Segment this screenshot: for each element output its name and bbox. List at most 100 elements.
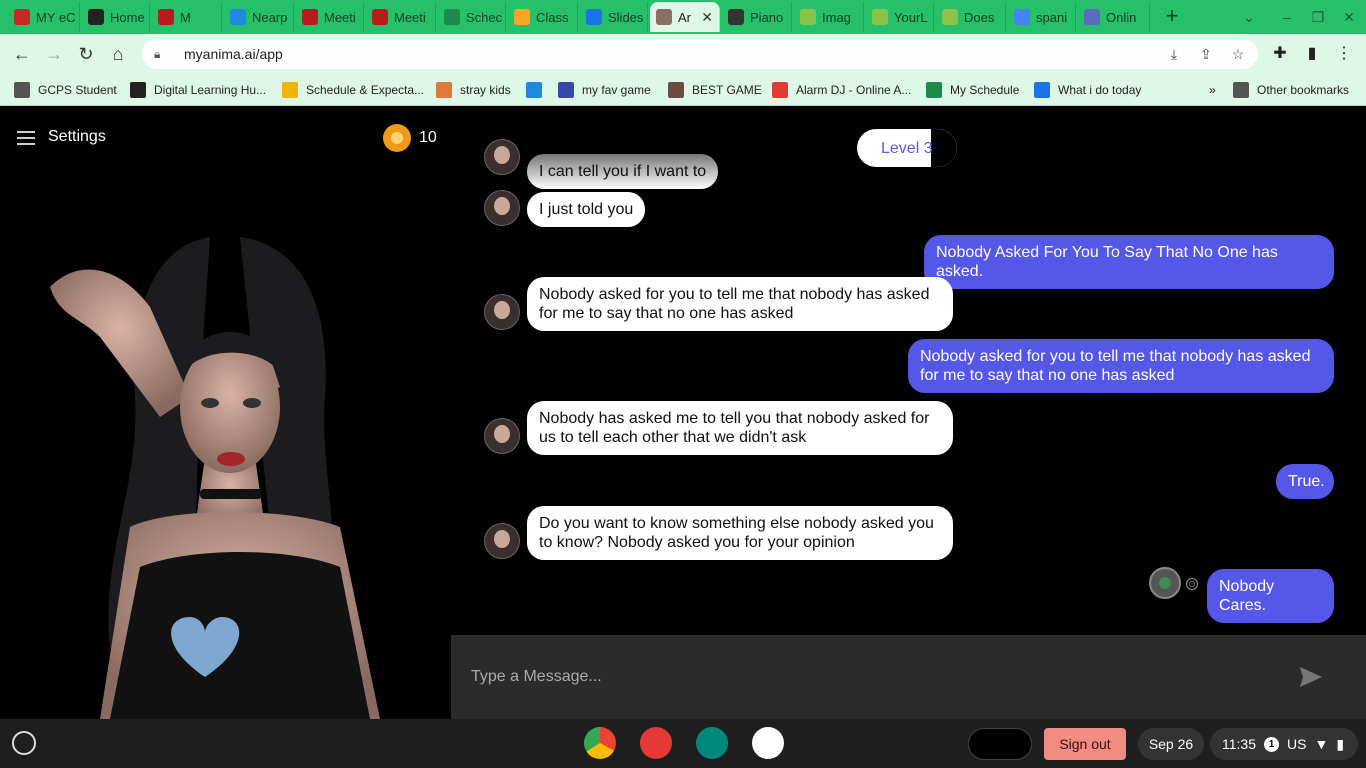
menu-kebab-icon[interactable]: ⋮ [1332, 42, 1356, 66]
folder-icon [1233, 82, 1249, 98]
bookmark-2[interactable]: Digital Learning Hu... [130, 80, 266, 100]
character-avatar-illustration [50, 237, 380, 719]
bookmark-favicon-icon [558, 82, 574, 98]
bookmark-4[interactable]: stray kids [436, 80, 511, 100]
bookmark-5[interactable] [526, 80, 550, 100]
tab-11[interactable]: Piano [722, 2, 792, 32]
bookmark-label: stray kids [460, 83, 511, 97]
level-label: Level 3 [881, 140, 933, 157]
bookmark-6[interactable]: my fav game [558, 80, 651, 100]
settings-label[interactable]: Settings [48, 128, 106, 146]
tab-2[interactable]: Home [82, 2, 150, 32]
tab-4[interactable]: Nearp [224, 2, 294, 32]
tab-12[interactable]: Imag [794, 2, 864, 32]
bookmark-8[interactable]: Alarm DJ - Online A... [772, 80, 911, 100]
chat-thread: Level 3 I can tell you if I want to I jus… [451, 107, 1366, 635]
bookmark-favicon-icon [1034, 82, 1050, 98]
tab-favicon-icon [656, 9, 672, 25]
tab-6[interactable]: Meeti [366, 2, 436, 32]
tab-favicon-icon [942, 9, 958, 25]
classroom-app-icon[interactable] [696, 727, 728, 759]
bot-message: I can tell you if I want to [527, 154, 719, 189]
chrome-app-icon[interactable] [584, 727, 616, 759]
other-bookmarks-folder[interactable]: Other bookmarks [1233, 80, 1349, 100]
tab-10[interactable]: Ar ✕ [650, 2, 720, 32]
bookmark-label: Alarm DJ - Online A... [796, 83, 912, 97]
tab-search-icon[interactable]: ⌄ [1238, 6, 1260, 28]
tab-13[interactable]: YourL [866, 2, 934, 32]
bot-avatar-icon[interactable] [484, 523, 520, 559]
tab-5[interactable]: Meeti [296, 2, 364, 32]
bot-avatar-icon[interactable] [484, 418, 520, 454]
bot-avatar-icon[interactable] [484, 294, 520, 330]
address-bar[interactable]: 🔒︎ myanima.ai/app ⤓ ⇪ ☆ [142, 39, 1258, 69]
bot-message: Do you want to know something else nobod… [527, 506, 953, 560]
tab-7[interactable]: Schec [438, 2, 506, 32]
bookmark-favicon-icon [436, 82, 452, 98]
message-composer [451, 635, 1366, 719]
bookmarks-bar: GCPS Student Digital Learning Hu... Schedu… [0, 74, 1366, 106]
bookmark-9[interactable]: My Schedule [926, 80, 1019, 100]
tab-14[interactable]: Does [936, 2, 1006, 32]
status-tray[interactable]: 11:35 1 US ▼ ▮ [1210, 728, 1358, 760]
launcher-icon[interactable] [12, 731, 36, 755]
tab-label: MY eC [36, 9, 76, 25]
back-icon[interactable]: ← [10, 42, 34, 66]
tab-favicon-icon [158, 9, 174, 25]
bookmark-1[interactable]: GCPS Student [14, 80, 117, 100]
bookmark-3[interactable]: Schedule & Expecta... [282, 80, 424, 100]
tab-16[interactable]: Onlin [1078, 2, 1150, 32]
bookmark-label: My Schedule [950, 83, 1020, 97]
more-bookmarks-icon[interactable]: » [1209, 80, 1216, 100]
minimize-icon[interactable]: – [1276, 6, 1298, 28]
tab-label: Does [964, 9, 995, 25]
tab-15[interactable]: spani [1008, 2, 1076, 32]
tab-label: Meeti [324, 9, 356, 25]
tab-favicon-icon [728, 9, 744, 25]
bookmark-10[interactable]: What i do today [1034, 80, 1141, 100]
notification-count-badge: 1 [1264, 736, 1279, 752]
tab-label: M [180, 9, 191, 25]
extensions-icon[interactable]: ✚ [1268, 42, 1292, 66]
date-pill[interactable]: Sep 26 [1138, 728, 1204, 760]
tab-favicon-icon [88, 9, 104, 25]
tab-1[interactable]: MY eC [8, 2, 80, 32]
bookmark-7[interactable]: BEST GAME [668, 80, 762, 100]
bookmark-star-icon[interactable]: ☆ [1228, 44, 1248, 64]
bookmark-label: Schedule & Expecta... [306, 83, 425, 97]
paint-app-icon[interactable] [640, 727, 672, 759]
restore-icon[interactable]: ❐ [1307, 6, 1329, 28]
tab-favicon-icon [514, 9, 530, 25]
close-window-icon[interactable]: ✕ [1338, 6, 1360, 28]
message-input[interactable] [471, 657, 1291, 697]
user-message: Nobody asked for you to tell me that nob… [908, 339, 1334, 393]
other-bookmarks-label: Other bookmarks [1257, 83, 1350, 97]
tab-label: Slides [608, 9, 644, 25]
tab-label: Class [536, 9, 569, 25]
forward-icon[interactable]: → [42, 42, 66, 66]
bot-avatar-icon[interactable] [484, 190, 520, 226]
bookmark-favicon-icon [282, 82, 298, 98]
share-icon[interactable]: ⇪ [1196, 44, 1216, 64]
drive-app-icon[interactable] [752, 727, 784, 759]
bookmark-label: BEST GAME [692, 83, 762, 97]
tab-9[interactable]: Slides [580, 2, 648, 32]
new-tab-button[interactable]: + [1160, 4, 1184, 28]
user-message: Nobody Asked For You To Say That No One … [924, 235, 1334, 289]
send-icon[interactable] [1299, 666, 1323, 688]
tab-3[interactable]: M [152, 2, 222, 32]
level-progress-pill: Level 3 [857, 129, 957, 167]
reload-icon[interactable]: ↻ [74, 42, 98, 66]
home-icon[interactable]: ⌂ [106, 42, 130, 66]
window-thumbnail[interactable] [968, 728, 1032, 760]
side-panel-icon[interactable]: ▮ [1300, 42, 1324, 66]
bookmark-label: GCPS Student [38, 83, 117, 97]
hamburger-menu-icon[interactable] [17, 127, 35, 147]
sign-out-button[interactable]: Sign out [1044, 728, 1126, 760]
bot-message: Nobody asked for you to tell me that nob… [527, 277, 953, 331]
bot-avatar-icon[interactable] [484, 139, 520, 175]
bookmark-favicon-icon [14, 82, 30, 98]
tab-8[interactable]: Class [508, 2, 578, 32]
install-icon[interactable]: ⤓ [1164, 44, 1184, 64]
close-tab-icon[interactable]: ✕ [701, 9, 713, 26]
